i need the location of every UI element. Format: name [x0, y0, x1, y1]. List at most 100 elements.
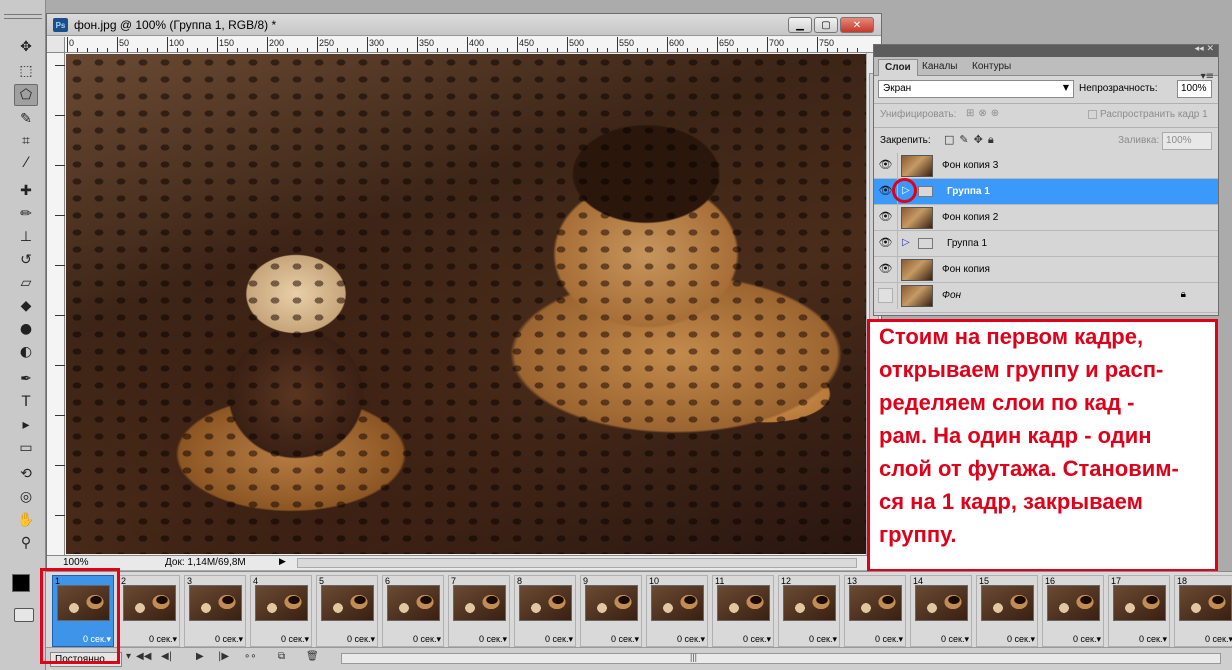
3d-rotate-tool-icon[interactable]: ⟲ — [14, 463, 38, 485]
frame-delay[interactable]: 0 сек.▾ — [149, 634, 177, 645]
maximize-icon[interactable]: ▢ — [814, 17, 838, 33]
eraser-tool-icon[interactable]: ▱ — [14, 272, 38, 294]
fill-input[interactable]: 100% — [1162, 132, 1212, 150]
animation-frame[interactable]: 50 сек.▾ — [316, 575, 378, 647]
healing-brush-tool-icon[interactable]: ✚ — [14, 180, 38, 202]
frame-delay[interactable]: 0 сек.▾ — [1205, 634, 1232, 645]
frame-delay[interactable]: 0 сек.▾ — [347, 634, 375, 645]
animation-frame[interactable]: 20 сек.▾ — [118, 575, 180, 647]
history-brush-tool-icon[interactable]: ↺ — [14, 249, 38, 271]
minimize-icon[interactable]: ▁ — [788, 17, 812, 33]
eye-icon[interactable]: 👁︎ — [878, 236, 893, 251]
animation-frame[interactable]: 90 сек.▾ — [580, 575, 642, 647]
document-title-bar[interactable]: Ps фон.jpg @ 100% (Группа 1, RGB/8) * ▁ … — [47, 14, 881, 36]
rectangle-tool-icon[interactable]: ▭ — [14, 437, 38, 459]
toolbar-grip[interactable] — [4, 14, 42, 19]
collapse-icon[interactable]: ◂◂ ✕ — [1195, 44, 1214, 54]
frame-delay[interactable]: 0 сек.▾ — [809, 634, 837, 645]
horizontal-scrollbar[interactable] — [297, 558, 857, 568]
blend-mode-select[interactable]: Экран ▼ — [878, 80, 1074, 98]
path-selection-tool-icon[interactable]: ▸ — [14, 414, 38, 436]
eye-icon[interactable]: 👁︎ — [878, 184, 893, 199]
eyedropper-tool-icon[interactable]: ⁄ — [14, 152, 38, 174]
lock-icons[interactable]: □✎✥🔒︎ — [944, 133, 999, 147]
propagate-frame-checkbox[interactable]: Распространить кадр 1 — [1088, 109, 1208, 120]
layer-row[interactable]: 👁︎ Фон копия 2 — [874, 205, 1218, 231]
frame-delay[interactable]: 0 сек.▾ — [281, 634, 309, 645]
animation-frame[interactable]: 14 0 сек.▾ — [910, 575, 972, 647]
brush-tool-icon[interactable]: ✏ — [14, 203, 38, 225]
unify-icons[interactable]: ⊞⊗⊕ — [966, 108, 1003, 119]
crop-tool-icon[interactable]: ⌗ — [14, 130, 38, 152]
animation-frame[interactable]: 30 сек.▾ — [184, 575, 246, 647]
hand-tool-icon[interactable]: ✋ — [14, 509, 38, 531]
frame-delay[interactable]: 0 сек.▾ — [875, 634, 903, 645]
tab-layers[interactable]: Слои — [878, 59, 918, 76]
pen-tool-icon[interactable]: ✒ — [14, 368, 38, 390]
ruler-origin[interactable] — [47, 37, 65, 53]
horizontal-ruler[interactable]: 0 50 100 150 200 250 300 350 400 450 500 550 600 650 7… — [65, 37, 881, 53]
animation-frame[interactable]: 70 сек.▾ — [448, 575, 510, 647]
visibility-toggle[interactable] — [878, 288, 893, 303]
frame-delay[interactable]: 0 сек.▾ — [677, 634, 705, 645]
first-frame-icon[interactable]: ◀◀ — [136, 651, 151, 662]
eye-icon[interactable]: 👁︎ — [878, 262, 893, 277]
animation-frame[interactable]: 10 0 сек.▾ — [646, 575, 708, 647]
expand-arrow-icon[interactable]: ▷ — [902, 237, 910, 248]
quick-selection-tool-icon[interactable]: ✎ — [14, 108, 38, 130]
play-icon[interactable]: ▶ — [196, 651, 204, 662]
layer-row[interactable]: 👁︎ Фон копия 3 — [874, 153, 1218, 179]
tab-paths[interactable]: Контуры — [966, 59, 1017, 76]
close-icon[interactable]: ✕ — [840, 17, 874, 33]
eye-icon[interactable]: 👁︎ — [878, 158, 893, 173]
timeline-scrollbar[interactable]: ||| — [341, 652, 1221, 664]
animation-frame[interactable]: 80 сек.▾ — [514, 575, 576, 647]
polygonal-lasso-tool-icon[interactable]: ⬠ — [14, 84, 38, 106]
tween-icon[interactable]: ∘∘ — [244, 651, 257, 662]
frame-delay[interactable]: 0 сек.▾ — [479, 634, 507, 645]
frame-delay[interactable]: 0 сек.▾ — [743, 634, 771, 645]
frame-delay[interactable]: 0 сек.▾ — [545, 634, 573, 645]
frame-delay[interactable]: 0 сек.▾ — [215, 634, 243, 645]
animation-frame[interactable]: 13 0 сек.▾ — [844, 575, 906, 647]
prev-frame-icon[interactable]: ◀| — [161, 651, 172, 662]
animation-frame[interactable]: 40 сек.▾ — [250, 575, 312, 647]
clone-stamp-tool-icon[interactable]: ⊥ — [14, 226, 38, 248]
layer-row[interactable]: 👁︎ Фон копия — [874, 257, 1218, 283]
frame-delay[interactable]: 0 сек.▾ — [1139, 634, 1167, 645]
loop-dropdown-icon[interactable]: ▾ — [126, 651, 131, 662]
animation-frame[interactable]: 15 0 сек.▾ — [976, 575, 1038, 647]
delete-frame-icon[interactable]: 🗑︎ — [306, 651, 319, 662]
panel-header[interactable]: ◂◂ ✕ — [874, 44, 1218, 57]
3d-orbit-tool-icon[interactable]: ◎ — [14, 486, 38, 508]
animation-frame[interactable]: 12 0 сек.▾ — [778, 575, 840, 647]
layer-row-selected[interactable]: 👁︎ ▷ Группа 1 — [874, 179, 1218, 205]
paint-bucket-tool-icon[interactable]: ◆ — [14, 295, 38, 317]
vertical-ruler[interactable] — [47, 53, 65, 555]
frame-delay[interactable]: 0 сек.▾ — [413, 634, 441, 645]
opacity-input[interactable]: 100% — [1177, 80, 1212, 98]
move-tool-icon[interactable]: ✥ — [14, 36, 38, 58]
layer-row[interactable]: 👁︎ ▷ Группа 1 — [874, 231, 1218, 257]
animation-frame[interactable]: 60 сек.▾ — [382, 575, 444, 647]
quick-mask-icon[interactable] — [14, 608, 34, 622]
eye-icon[interactable]: 👁︎ — [878, 210, 893, 225]
frame-delay[interactable]: 0 сек.▾ — [941, 634, 969, 645]
animation-frame[interactable]: 17 0 сек.▾ — [1108, 575, 1170, 647]
animation-frame[interactable]: 16 0 сек.▾ — [1042, 575, 1104, 647]
zoom-tool-icon[interactable]: ⚲ — [14, 532, 38, 554]
layer-row[interactable]: Фон 🔒︎ — [874, 283, 1218, 313]
frame-delay[interactable]: 0 сек.▾ — [1007, 634, 1035, 645]
marquee-tool-icon[interactable]: ⬚ — [14, 60, 38, 82]
animation-frame[interactable]: 11 0 сек.▾ — [712, 575, 774, 647]
image-canvas[interactable] — [66, 54, 866, 554]
dodge-tool-icon[interactable]: ◐ — [14, 341, 38, 363]
animation-frame[interactable]: 18 0 сек.▾ — [1174, 575, 1232, 647]
next-frame-icon[interactable]: |▶ — [218, 651, 229, 662]
duplicate-frame-icon[interactable]: ⧉ — [278, 651, 285, 662]
type-tool-icon[interactable]: T — [14, 391, 38, 413]
frame-delay[interactable]: 0 сек.▾ — [611, 634, 639, 645]
blur-tool-icon[interactable]: ● — [14, 318, 38, 340]
status-menu-arrow-icon[interactable]: ▶ — [279, 557, 286, 567]
frame-delay[interactable]: 0 сек.▾ — [1073, 634, 1101, 645]
